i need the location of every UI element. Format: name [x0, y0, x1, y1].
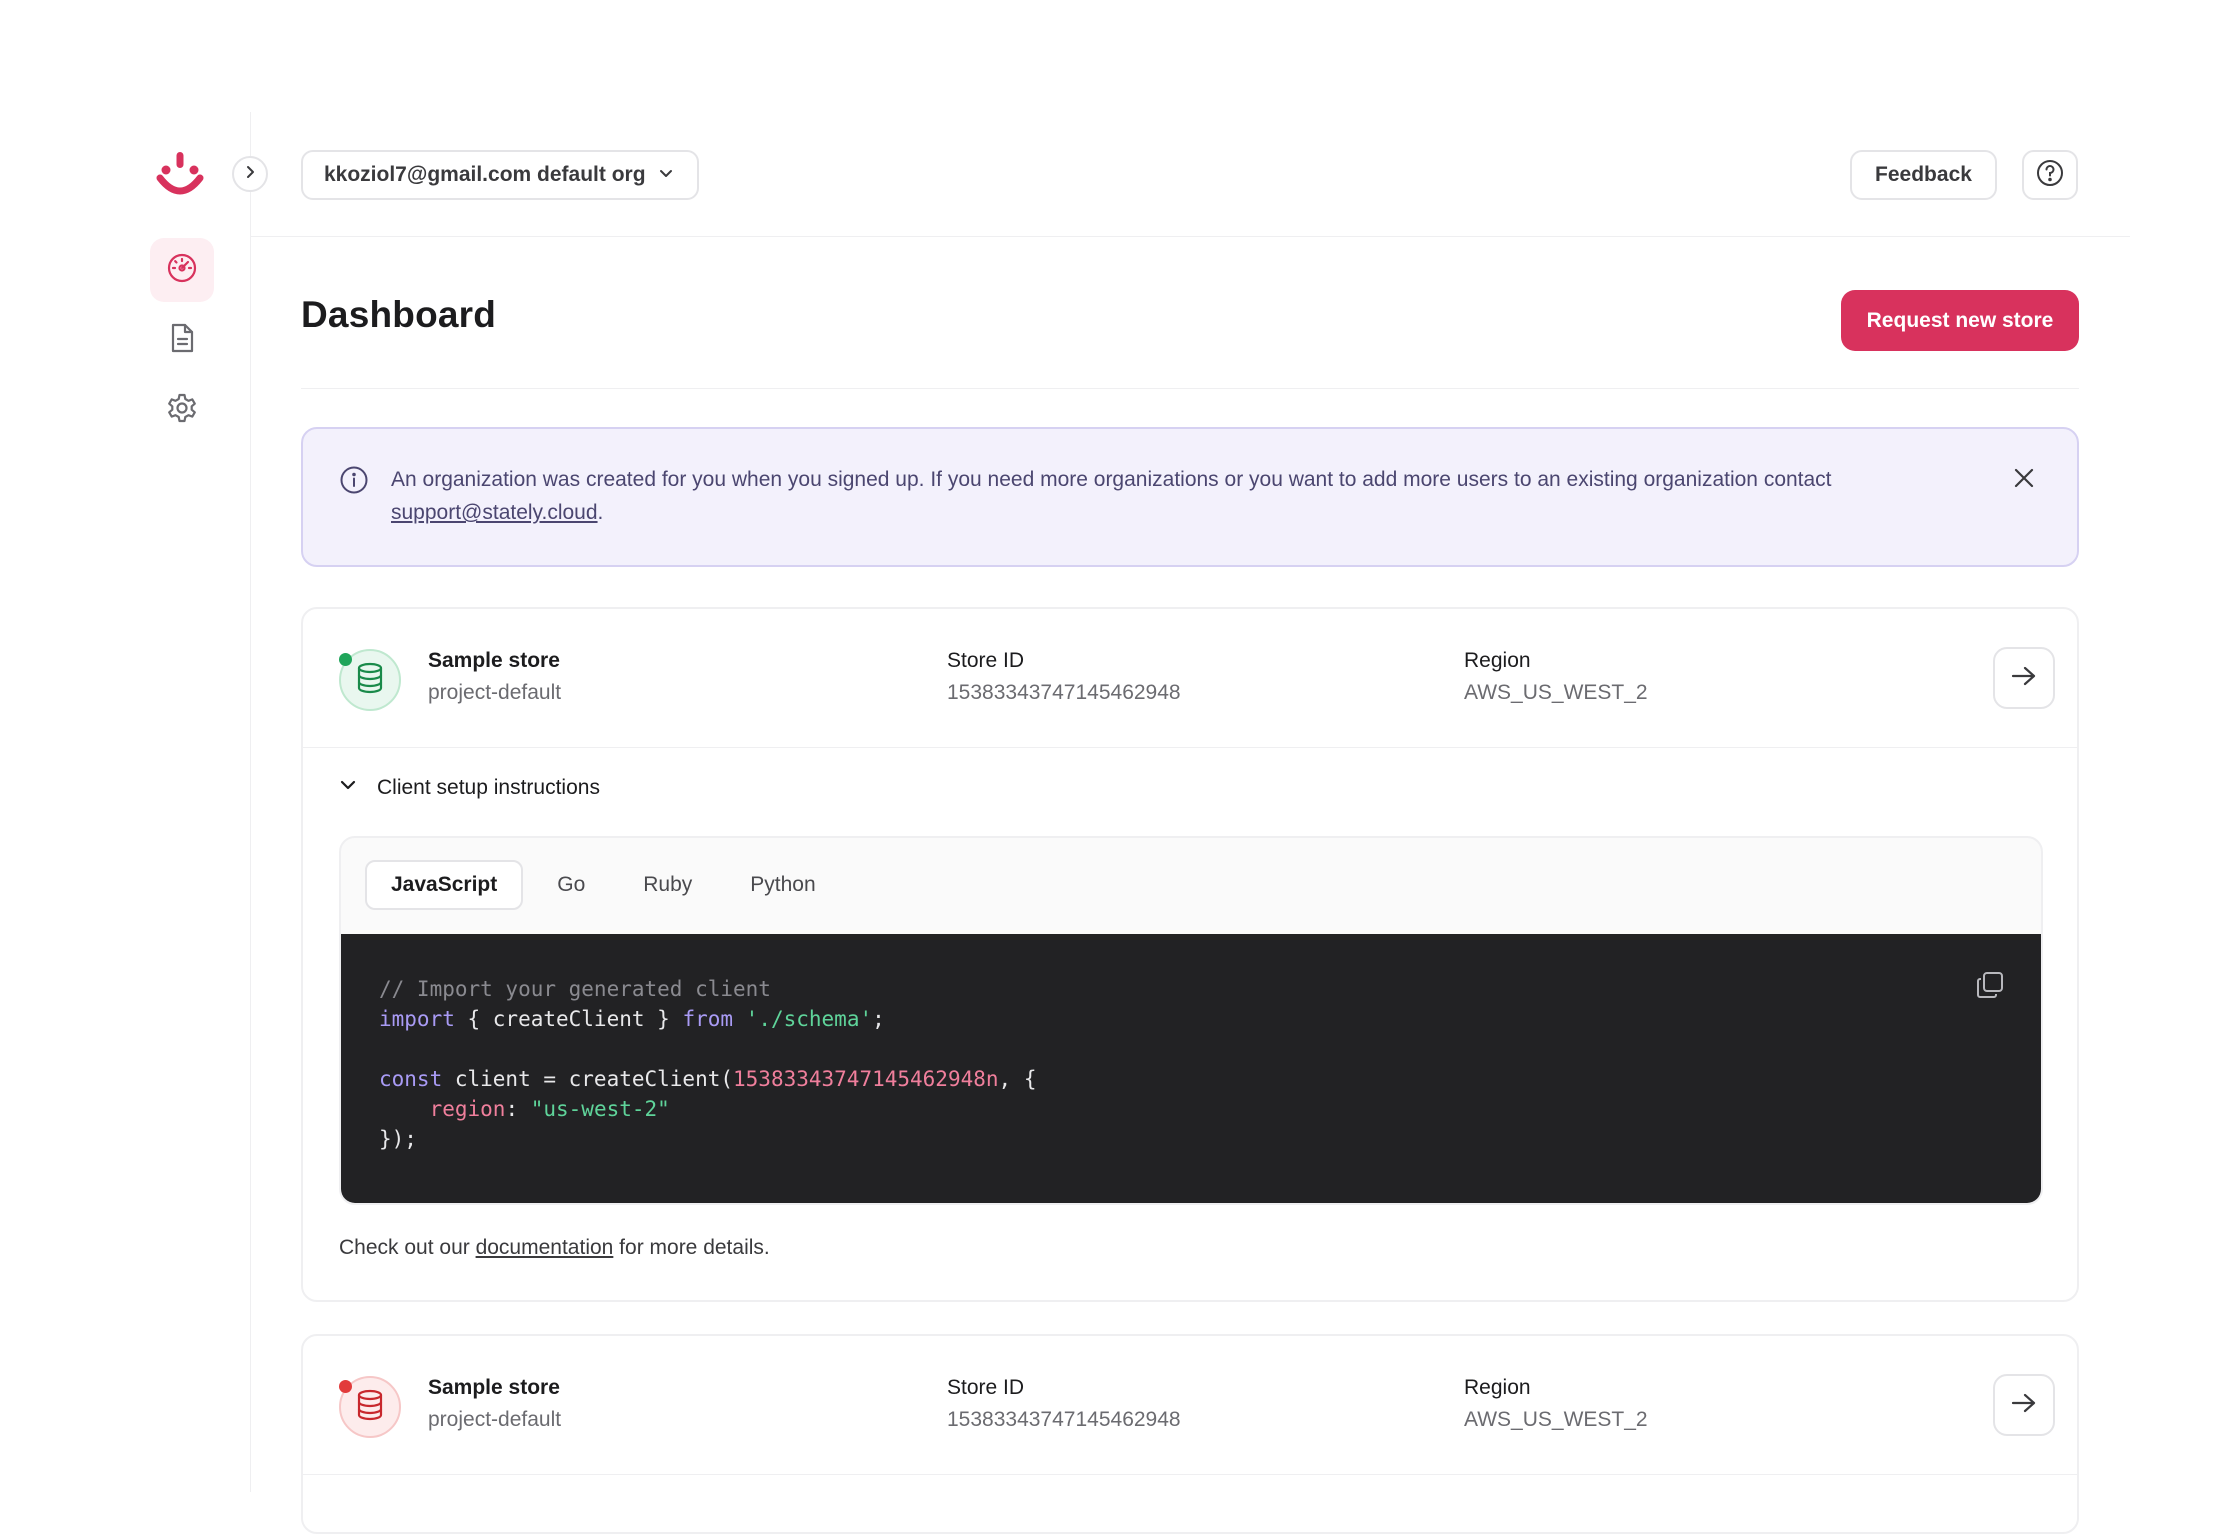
sidebar-divider [250, 112, 251, 1492]
gear-icon [166, 392, 198, 429]
store-name: Sample store [428, 649, 560, 672]
open-store-button[interactable] [1993, 1374, 2055, 1436]
client-setup-toggle[interactable]: Client setup instructions [339, 776, 600, 800]
code-text: }); [379, 1127, 417, 1151]
code-keyword: from [682, 1007, 734, 1031]
store-card: Sample store project-default Store ID 15… [301, 607, 2079, 1302]
code-number: 15383343747145462948n [733, 1067, 999, 1091]
org-selector[interactable]: kkoziol7@gmail.com default org [301, 150, 699, 200]
database-icon [355, 1389, 385, 1426]
store-id-label: Store ID [947, 649, 1025, 672]
region-label: Region [1464, 649, 1531, 672]
code-block: // Import your generated client import {… [341, 934, 2041, 1203]
sidebar-item-documents[interactable] [150, 308, 214, 372]
store-card: Sample store project-default Store ID 15… [301, 1334, 2079, 1534]
store-id-value: 15383343747145462948 [947, 681, 1181, 704]
status-dot-error [339, 1380, 352, 1393]
copy-code-button[interactable] [1973, 970, 2007, 1004]
help-button[interactable] [2022, 150, 2078, 200]
close-icon [2013, 467, 2035, 494]
request-new-store-button[interactable]: Request new store [1841, 290, 2079, 351]
arrow-right-icon [2011, 665, 2037, 692]
tab-javascript[interactable]: JavaScript [365, 860, 524, 910]
chevron-right-icon [242, 164, 258, 185]
stately-logo[interactable] [154, 150, 206, 202]
code-panel: JavaScript Go Ruby Python // Import your… [339, 836, 2043, 1205]
tab-ruby[interactable]: Ruby [619, 860, 716, 910]
documentation-link[interactable]: documentation [476, 1236, 614, 1259]
docs-hint: Check out our documentation for more det… [339, 1236, 770, 1260]
region-value: AWS_US_WEST_2 [1464, 1408, 1648, 1431]
code-text: client = createClient( [442, 1067, 734, 1091]
store-project: project-default [428, 681, 562, 704]
store-name: Sample store [428, 1376, 560, 1399]
info-circle-icon [339, 465, 369, 500]
client-setup-section: Client setup instructions JavaScript Go … [303, 748, 2077, 1301]
tab-go[interactable]: Go [533, 860, 609, 910]
chevron-down-icon [339, 776, 357, 800]
code-snippet: // Import your generated client import {… [379, 977, 1037, 1151]
page-title: Dashboard [301, 294, 497, 335]
info-banner-suffix: . [597, 501, 604, 524]
store-id-label: Store ID [947, 1376, 1025, 1399]
store-row: Sample store project-default Store ID 15… [303, 1336, 2077, 1474]
docs-suffix: for more details. [613, 1236, 770, 1259]
question-circle-icon [2035, 158, 2065, 193]
sidebar-item-dashboard[interactable] [150, 238, 214, 302]
database-icon [355, 662, 385, 699]
info-banner-text: An organization was created for you when… [391, 468, 1832, 491]
header-divider [301, 388, 2079, 389]
store-id-value: 15383343747145462948 [947, 1408, 1181, 1431]
arrow-right-icon [2011, 1392, 2037, 1419]
code-text: { createClient } [454, 1007, 683, 1031]
language-tabs: JavaScript Go Ruby Python [365, 860, 840, 910]
client-setup-label: Client setup instructions [377, 776, 600, 799]
region-label: Region [1464, 1376, 1531, 1399]
close-banner-button[interactable] [2009, 465, 2039, 495]
code-property: region [429, 1097, 506, 1121]
support-email-link[interactable]: support@stately.cloud [391, 501, 598, 524]
chevron-down-icon [658, 163, 674, 187]
code-keyword: import [379, 1007, 455, 1031]
open-store-button[interactable] [1993, 647, 2055, 709]
docs-prefix: Check out our [339, 1236, 476, 1259]
status-dot-online [339, 653, 352, 666]
sidebar-expand-button[interactable] [232, 156, 268, 192]
copy-icon [1975, 970, 2005, 1005]
document-icon [167, 322, 197, 359]
region-value: AWS_US_WEST_2 [1464, 681, 1648, 704]
store-row: Sample store project-default Store ID 15… [303, 609, 2077, 747]
sidebar-item-settings[interactable] [150, 378, 214, 442]
code-text: , { [998, 1067, 1037, 1091]
tab-python[interactable]: Python [726, 860, 839, 910]
code-string: "us-west-2" [530, 1097, 670, 1121]
feedback-button[interactable]: Feedback [1850, 150, 1997, 200]
dashboard-gauge-icon [166, 252, 198, 289]
code-string: './schema' [745, 1007, 873, 1031]
info-banner-message: An organization was created for you when… [391, 463, 1951, 529]
info-banner: An organization was created for you when… [301, 427, 2079, 567]
card-divider [303, 1474, 2077, 1475]
code-comment: // Import your generated client [379, 977, 771, 1001]
topbar-divider [251, 236, 2130, 237]
code-keyword: const [379, 1067, 443, 1091]
org-selector-value: kkoziol7@gmail.com default org [324, 163, 646, 186]
store-project: project-default [428, 1408, 562, 1431]
